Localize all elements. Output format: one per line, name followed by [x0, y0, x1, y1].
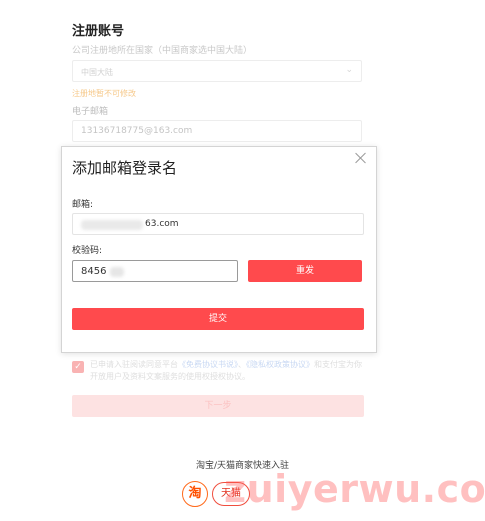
close-icon[interactable] [354, 151, 368, 165]
country-select[interactable]: 中国大陆 ⌄ [72, 60, 362, 82]
verification-code-input[interactable]: 8456 [72, 260, 238, 282]
taobao-logo[interactable]: 淘 [182, 481, 208, 507]
country-value: 中国大陆 [81, 68, 113, 77]
email-label: 电子邮箱 [72, 107, 109, 117]
email-field-label: 邮箱: [72, 200, 94, 210]
submit-button[interactable]: 提交 [72, 308, 364, 330]
dialog-title: 添加邮箱登录名 [72, 159, 178, 177]
check-icon: ✓ [74, 362, 82, 372]
agreement-link-1[interactable]: 《免费协议书说》 [178, 360, 238, 369]
country-tip: 注册地暂不可修改 [72, 89, 136, 98]
redacted-blur [81, 220, 143, 230]
code-value: 8456 [81, 266, 107, 277]
agreement-checkbox[interactable]: ✓ [72, 361, 84, 373]
code-field-label: 校验码: [72, 246, 103, 256]
watermark: zuiyerwu.com [224, 467, 485, 511]
agreement-link-2[interactable]: 《隐私权政策协议》 [246, 360, 314, 369]
resend-button[interactable]: 重发 [248, 260, 362, 282]
add-email-dialog: 添加邮箱登录名 邮箱: 63.com 校验码: 8456 重发 提交 [61, 146, 377, 353]
agreement-row: ✓ 已申请入驻阅读同意平台《免费协议书说》、《隐私权政策协议》和支付宝为你开放用… [72, 359, 364, 387]
redacted-blur [110, 267, 124, 277]
country-label: 公司注册地所在国家（中国商家选中国大陆） [72, 46, 253, 56]
chevron-down-icon: ⌄ [345, 65, 353, 75]
agreement-text: 已申请入驻阅读同意平台《免费协议书说》、《隐私权政策协议》和支付宝为你开放用户及… [90, 360, 362, 381]
page-title: 注册账号 [72, 24, 125, 39]
email-input[interactable]: 13136718775@163.com [72, 120, 362, 142]
email-field[interactable]: 63.com [72, 213, 364, 235]
next-button[interactable]: 下一步 [72, 395, 364, 417]
email-value: 63.com [145, 219, 179, 229]
